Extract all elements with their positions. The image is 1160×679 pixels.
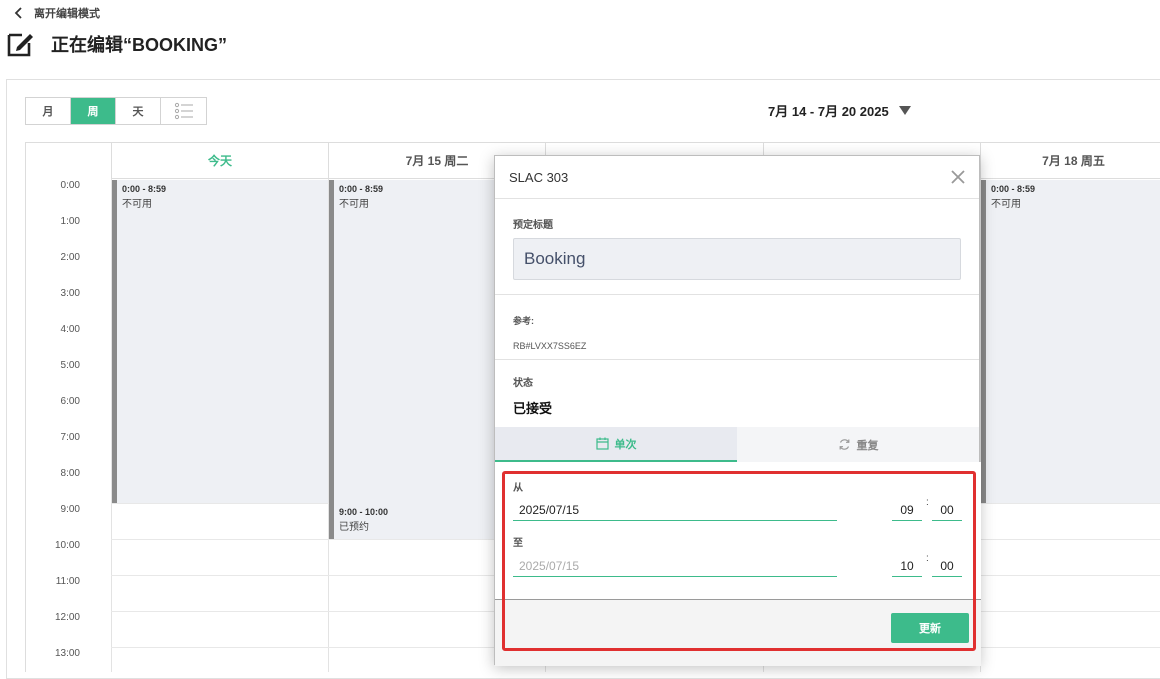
- time-label: 7:00: [60, 432, 80, 443]
- tab-single-label: 单次: [614, 438, 637, 451]
- from-date-input[interactable]: 2025/07/15: [513, 499, 837, 521]
- event-status: 不可用: [122, 199, 152, 210]
- time-label: 13:00: [54, 648, 80, 659]
- dialog-title: SLAC 303: [509, 169, 569, 185]
- view-list-button[interactable]: [161, 98, 206, 124]
- status-section: 状态 已接受: [495, 360, 979, 427]
- page-title: 正在编辑“BOOKING”: [51, 35, 228, 55]
- view-week-button[interactable]: 周: [71, 98, 116, 124]
- reference-value: RB#LVXX7SS6EZ: [513, 341, 587, 351]
- close-icon[interactable]: [950, 169, 966, 185]
- time-label: 2:00: [60, 252, 80, 263]
- time-label: 4:00: [60, 324, 80, 335]
- tab-single[interactable]: 单次: [495, 427, 737, 462]
- status-value: 已接受: [513, 401, 553, 416]
- date-range-label: 7月 14 - 7月 20 2025: [768, 104, 889, 119]
- chevron-left-icon: [14, 7, 22, 19]
- reference-section: 参考: RB#LVXX7SS6EZ: [495, 295, 979, 360]
- event-status: 不可用: [991, 199, 1021, 210]
- edit-icon: [7, 33, 33, 57]
- list-icon: [174, 102, 193, 120]
- time-label: 9:00: [60, 504, 80, 515]
- from-label: 从: [513, 483, 523, 494]
- date-range-selector[interactable]: 7月 14 - 7月 20 2025: [768, 101, 911, 120]
- view-month-button[interactable]: 月: [26, 98, 71, 124]
- from-minute-input[interactable]: 00: [932, 499, 962, 521]
- column-header-today: 今天: [111, 143, 328, 179]
- back-label: 离开编辑模式: [34, 8, 100, 20]
- tab-repeat-label: 重复: [856, 439, 879, 452]
- event-unavailable-today[interactable]: 0:00 - 8:59 不可用: [112, 180, 328, 503]
- time-label: 6:00: [60, 396, 80, 407]
- from-hour-input[interactable]: 09: [892, 499, 922, 521]
- view-switcher: 月 周 天: [25, 97, 207, 125]
- booking-edit-dialog: SLAC 303 预定标题 Booking 参考: RB#LVXX7SS6EZ …: [494, 155, 981, 666]
- colon-separator: :: [926, 497, 929, 508]
- to-minute-input[interactable]: 00: [932, 555, 962, 577]
- column-header-fri: 7月 18 周五: [980, 143, 1160, 179]
- datetime-section: 从 2025/07/15 09 : 00 至 2025/07/15 10 : 0…: [495, 462, 981, 599]
- event-time: 0:00 - 8:59: [122, 184, 167, 194]
- booking-title-label: 预定标题: [513, 220, 553, 231]
- view-day-button[interactable]: 天: [116, 98, 161, 124]
- time-label: 3:00: [60, 288, 80, 299]
- update-button[interactable]: 更新: [891, 613, 969, 643]
- time-label: 11:00: [55, 576, 80, 587]
- caret-down-icon: [898, 106, 911, 115]
- colon-separator: :: [926, 553, 929, 564]
- time-label: 8:00: [60, 468, 80, 479]
- to-hour-input[interactable]: 10: [892, 555, 922, 577]
- time-label: 10:00: [54, 540, 80, 551]
- to-label: 至: [513, 538, 523, 549]
- event-unavailable-fri[interactable]: 0:00 - 8:59 不可用: [981, 180, 1160, 503]
- repeat-icon: [839, 439, 849, 450]
- recurrence-tabs: 单次 重复: [495, 427, 979, 463]
- exit-edit-mode-link[interactable]: 离开编辑模式: [12, 5, 100, 21]
- time-label: 1:00: [60, 216, 80, 227]
- booking-title-section: 预定标题 Booking: [495, 199, 979, 295]
- calendar-icon: [595, 437, 609, 450]
- page-header: 正在编辑“BOOKING”: [6, 30, 227, 58]
- to-date-input[interactable]: 2025/07/15: [513, 555, 837, 577]
- time-label: 0:00: [60, 180, 80, 191]
- reference-label: 参考:: [513, 316, 534, 326]
- time-label: 5:00: [60, 360, 80, 371]
- event-time: 0:00 - 8:59: [991, 184, 1036, 194]
- dialog-footer: 更新: [495, 599, 981, 666]
- booking-title-input[interactable]: Booking: [513, 238, 961, 280]
- dialog-header: SLAC 303: [495, 156, 979, 199]
- time-label: 12:00: [54, 612, 80, 623]
- tab-repeat[interactable]: 重复: [737, 427, 979, 462]
- status-label: 状态: [513, 378, 533, 389]
